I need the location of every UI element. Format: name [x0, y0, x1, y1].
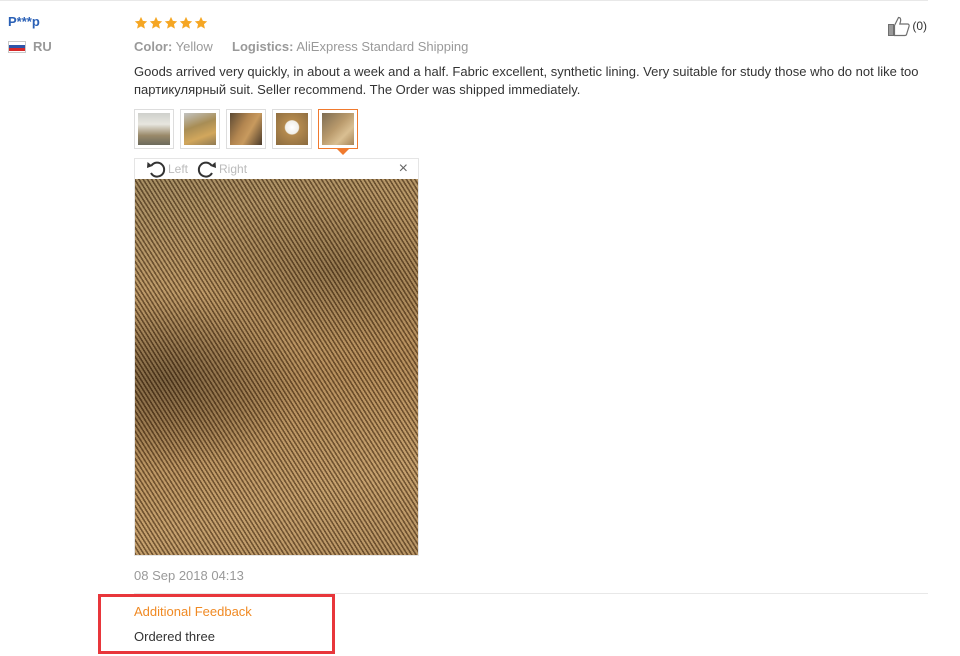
highlight-box	[98, 594, 335, 654]
rotate-left-button[interactable]: Left	[145, 159, 188, 179]
selected-pointer	[337, 149, 349, 155]
reviewer-name[interactable]: P***p	[8, 14, 52, 29]
photo-thumbnails	[134, 109, 928, 155]
thumbnail-image	[276, 113, 308, 145]
rotate-left-icon	[147, 161, 166, 178]
star-icon	[194, 16, 208, 29]
photo-viewer: Left Right ×	[134, 158, 419, 556]
thumbs-up-icon	[888, 16, 911, 37]
helpful-button[interactable]: (0)	[887, 15, 927, 37]
enlarged-photo	[135, 179, 418, 555]
star-icon	[134, 16, 148, 29]
close-viewer-icon[interactable]: ×	[399, 160, 408, 178]
country-code: RU	[33, 39, 52, 54]
rotate-left-label: Left	[168, 162, 189, 176]
thumbnail-image	[322, 113, 354, 145]
rotate-right-icon	[197, 161, 217, 178]
review-body: Color: Yellow Logistics: AliExpress Stan…	[134, 14, 928, 583]
thumbnail-image	[184, 113, 216, 145]
viewer-toolbar: Left Right ×	[135, 159, 418, 179]
review-date: 08 Sep 2018 04:13	[134, 568, 244, 583]
order-attributes: Color: Yellow Logistics: AliExpress Stan…	[134, 39, 928, 54]
photo-thumbnail[interactable]	[226, 109, 266, 149]
logistics-label: Logistics:	[232, 39, 294, 54]
reviewer-country: RU	[8, 39, 52, 54]
photo-thumbnail[interactable]	[272, 109, 312, 149]
star-icon	[164, 16, 178, 29]
photo-thumbnail-selected[interactable]	[318, 109, 358, 149]
review-text: Goods arrived very quickly, in about a w…	[134, 64, 919, 97]
rotate-right-button[interactable]: Right	[196, 159, 247, 179]
reviewer-info: P***p RU	[8, 14, 52, 54]
thumbnail-image	[138, 113, 170, 145]
thumbnail-image	[230, 113, 262, 145]
top-divider	[0, 0, 928, 1]
photo-thumbnail[interactable]	[134, 109, 174, 149]
rotate-right-label: Right	[219, 162, 248, 176]
color-label: Color:	[134, 39, 173, 54]
star-rating	[134, 14, 928, 32]
star-icon	[179, 16, 193, 29]
star-icon	[149, 16, 163, 29]
photo-thumbnail[interactable]	[180, 109, 220, 149]
logistics-value: AliExpress Standard Shipping	[296, 39, 469, 54]
russia-flag-icon	[8, 40, 26, 53]
color-value: Yellow	[175, 39, 213, 54]
helpful-count: (0)	[912, 19, 927, 33]
